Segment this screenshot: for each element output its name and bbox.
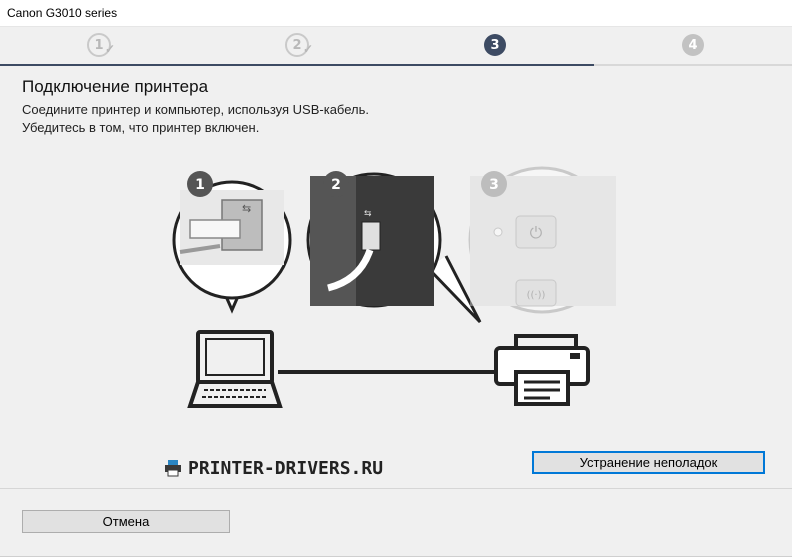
laptop-port-callout: ⇆: [172, 180, 292, 314]
connection-illustration: ⇆ ⇆ ⏻ ((·)) 1 2 3: [172, 166, 616, 408]
svg-text:((·)): ((·)): [527, 290, 546, 301]
troubleshoot-button[interactable]: Устранение неполадок: [532, 451, 765, 474]
step-4: 4: [594, 33, 792, 57]
window-title: Canon G3010 series: [7, 6, 118, 20]
printer-icon: [494, 334, 590, 406]
check-icon: ✓: [104, 42, 116, 56]
cancel-button[interactable]: Отмена: [22, 510, 230, 533]
step-4-circle: 4: [682, 34, 704, 56]
instruction-line-1: Соедините принтер и компьютер, используя…: [22, 102, 369, 117]
footer-divider: [0, 488, 792, 489]
svg-text:⇆: ⇆: [364, 209, 372, 219]
step-indicator: 1 ✓ 2 ✓ 3 4: [0, 27, 792, 65]
svg-text:⇆: ⇆: [242, 202, 251, 215]
progress-fill: [0, 64, 594, 66]
step-3: 3: [396, 33, 594, 57]
svg-text:2: 2: [331, 177, 341, 193]
watermark-text: PRINTER-DRIVERS.RU: [188, 457, 384, 479]
laptop-icon: [187, 330, 283, 408]
page-title: Подключение принтера: [22, 77, 209, 96]
svg-text:3: 3: [489, 177, 499, 193]
svg-text:1: 1: [195, 177, 205, 193]
svg-text:⏻: ⏻: [530, 223, 543, 242]
step-3-circle: 3: [484, 34, 506, 56]
check-icon: ✓: [302, 42, 314, 56]
title-bar: Canon G3010 series: [0, 0, 792, 27]
instruction-line-2: Убедитесь в том, что принтер включен.: [22, 120, 260, 135]
step-1: 1 ✓: [0, 33, 198, 57]
watermark: PRINTER-DRIVERS.RU: [164, 457, 383, 479]
printer-logo-icon: [165, 460, 181, 477]
step-2: 2 ✓: [198, 33, 396, 57]
